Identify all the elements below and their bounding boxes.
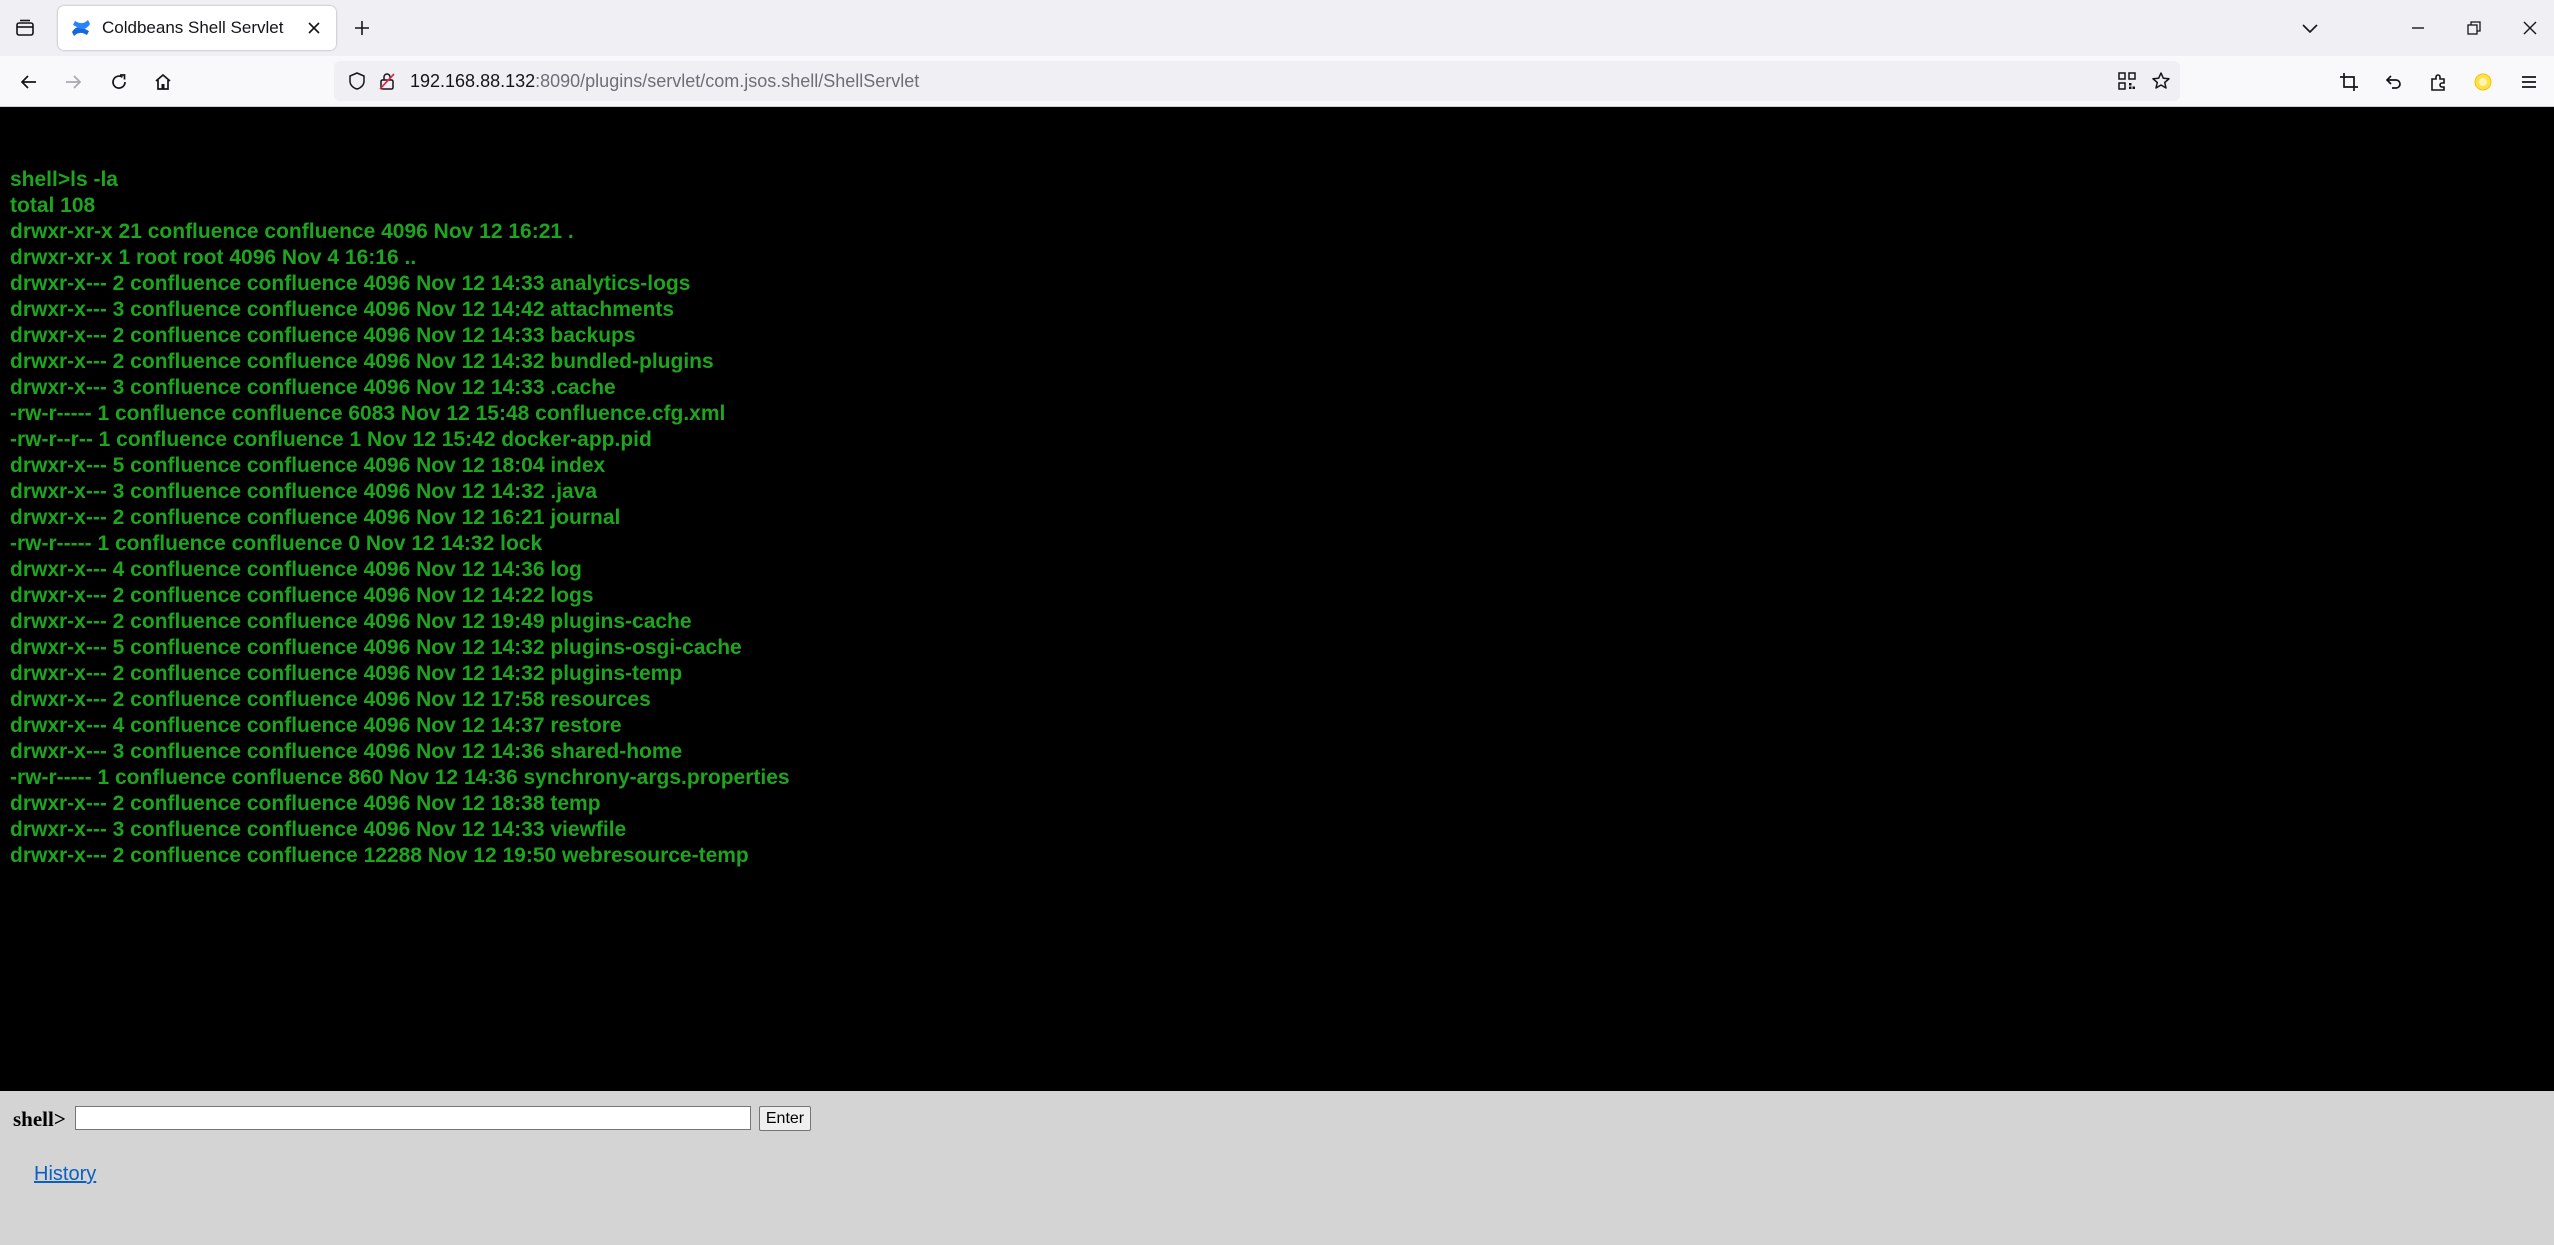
output-line: drwxr-x--- 2 confluence confluence 4096 …	[10, 506, 621, 529]
output-line: -rw-r----- 1 confluence confluence 0 Nov…	[10, 532, 543, 555]
shell-prompt-label: shell>	[13, 1107, 66, 1131]
confluence-favicon	[70, 17, 92, 39]
plus-icon[interactable]	[348, 14, 376, 42]
output-line: drwxr-x--- 2 confluence confluence 4096 …	[10, 610, 692, 633]
output-line: drwxr-x--- 2 confluence confluence 4096 …	[10, 792, 601, 815]
close-icon[interactable]	[302, 16, 326, 40]
account-icon[interactable]	[2468, 67, 2498, 97]
url-host: 192.168.88.132	[410, 71, 536, 91]
output-line: drwxr-x--- 3 confluence confluence 4096 …	[10, 298, 675, 321]
url-text[interactable]: 192.168.88.132:8090/plugins/servlet/com.…	[410, 71, 919, 92]
output-line: drwxr-x--- 5 confluence confluence 4096 …	[10, 454, 606, 477]
output-line: drwxr-x--- 4 confluence confluence 4096 …	[10, 714, 622, 737]
insecure-lock-icon[interactable]	[372, 66, 402, 96]
output-line: drwxr-x--- 5 confluence confluence 4096 …	[10, 636, 742, 659]
output-line: drwxr-x--- 3 confluence confluence 4096 …	[10, 740, 683, 763]
output-line: drwxr-x--- 2 confluence confluence 4096 …	[10, 350, 714, 373]
star-icon[interactable]	[2146, 66, 2176, 96]
output-line: drwxr-xr-x 1 root root 4096 Nov 4 16:16 …	[10, 246, 417, 269]
output-line: drwxr-x--- 2 confluence confluence 4096 …	[10, 272, 691, 295]
output-line: -rw-r----- 1 confluence confluence 860 N…	[10, 766, 790, 789]
enter-button[interactable]: Enter	[759, 1106, 811, 1131]
output-lines: shell>ls -la total 108 drwxr-xr-x 21 confl…	[10, 167, 790, 869]
tab-title: Coldbeans Shell Servlet	[102, 18, 284, 37]
output-line: -rw-r--r-- 1 confluence confluence 1 Nov…	[10, 428, 652, 451]
active-tab[interactable]: Coldbeans Shell Servlet	[58, 6, 336, 50]
shell-output: shell>ls -la total 108 drwxr-xr-x 21 confl…	[0, 107, 2554, 1091]
output-line: drwxr-x--- 3 confluence confluence 4096 …	[10, 480, 598, 503]
puzzle-icon[interactable]	[2424, 67, 2454, 97]
chevron-down-icon[interactable]	[2294, 12, 2326, 44]
output-line: -rw-r----- 1 confluence confluence 6083 …	[10, 402, 726, 425]
output-line: drwxr-x--- 2 confluence confluence 4096 …	[10, 324, 636, 347]
browser-window: Coldbeans Shell Servlet 192.168.88.132:8…	[0, 0, 2554, 1245]
crop-icon[interactable]	[2334, 67, 2364, 97]
output-line: drwxr-x--- 2 confluence confluence 4096 …	[10, 662, 683, 685]
output-line: shell>ls -la	[10, 168, 118, 191]
output-line: drwxr-x--- 2 confluence confluence 4096 …	[10, 584, 594, 607]
tab-list-icon[interactable]	[10, 14, 40, 42]
navigation-bar: 192.168.88.132:8090/plugins/servlet/com.…	[0, 56, 2554, 107]
url-path: :8090/plugins/servlet/com.jsos.shell/She…	[535, 71, 920, 91]
qr-code-icon[interactable]	[2112, 66, 2142, 96]
command-input[interactable]	[75, 1106, 751, 1130]
output-line: total 108	[10, 194, 96, 217]
output-line: drwxr-x--- 3 confluence confluence 4096 …	[10, 818, 627, 841]
output-line: drwxr-x--- 2 confluence confluence 12288…	[10, 844, 749, 867]
output-line: drwxr-xr-x 21 confluence confluence 4096…	[10, 220, 574, 243]
url-bar[interactable]: 192.168.88.132:8090/plugins/servlet/com.…	[334, 61, 2180, 101]
minimize-icon[interactable]	[2402, 12, 2434, 44]
hamburger-menu-icon[interactable]	[2514, 67, 2544, 97]
home-icon[interactable]	[148, 67, 178, 97]
output-line: drwxr-x--- 2 confluence confluence 4096 …	[10, 688, 651, 711]
tab-bar: Coldbeans Shell Servlet	[0, 0, 2554, 56]
history-link[interactable]: History	[34, 1163, 96, 1186]
restore-icon[interactable]	[2458, 12, 2490, 44]
output-line: drwxr-x--- 3 confluence confluence 4096 …	[10, 376, 616, 399]
forward-arrow-icon[interactable]	[58, 67, 88, 97]
window-close-icon[interactable]	[2514, 12, 2546, 44]
back-arrow-icon[interactable]	[14, 67, 44, 97]
command-form: shell> Enter History	[0, 1091, 2554, 1245]
undo-icon[interactable]	[2378, 67, 2408, 97]
shield-icon[interactable]	[342, 66, 372, 96]
output-line: drwxr-x--- 4 confluence confluence 4096 …	[10, 558, 582, 581]
reload-icon[interactable]	[104, 67, 134, 97]
